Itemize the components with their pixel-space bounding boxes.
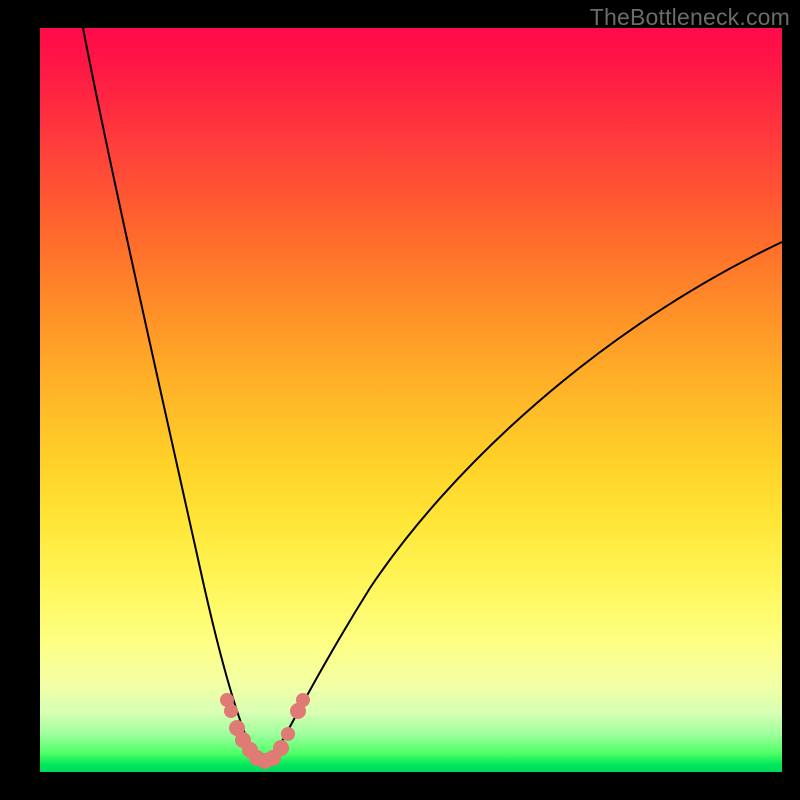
trough-marker-cluster [220,693,310,769]
marker-dot [273,740,289,756]
watermark-text: TheBottleneck.com [590,4,790,31]
marker-dot [224,704,238,718]
plot-area [40,28,782,772]
marker-dot [281,727,295,741]
marker-dot [296,693,310,707]
bottleneck-curve [40,28,782,772]
curve-left-branch [83,28,256,759]
curve-right-branch [272,242,782,759]
chart-frame: TheBottleneck.com [0,0,800,800]
